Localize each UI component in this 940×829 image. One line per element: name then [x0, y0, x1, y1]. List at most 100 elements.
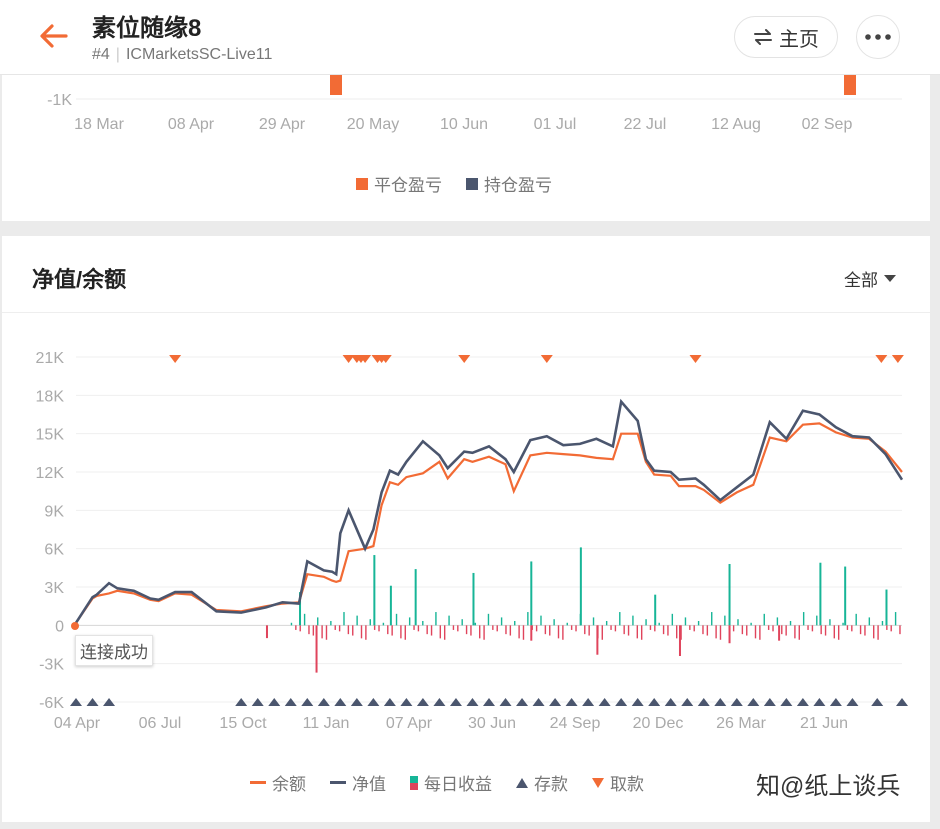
rank-label: #4 [92, 46, 110, 63]
daily-bar [877, 625, 879, 640]
daily-bar [697, 620, 700, 626]
daily-bar [505, 625, 507, 635]
daily-bar [605, 620, 608, 626]
daily-bar [487, 613, 490, 626]
legend-withdraw[interactable]: 取款 [592, 770, 644, 795]
daily-bar [868, 617, 871, 626]
daily-bar [352, 625, 354, 636]
daily-bar [636, 625, 639, 639]
daily-bar [632, 615, 634, 626]
more-button[interactable] [856, 15, 900, 59]
daily-bar-negative [530, 625, 533, 641]
daily-bar [544, 625, 547, 635]
legend-balance[interactable]: 余额 [250, 770, 306, 795]
daily-bar [750, 622, 752, 626]
legend-closed-swatch [356, 177, 368, 190]
legend-floating-swatch [466, 177, 478, 190]
range-filter-label: 全部 [844, 271, 878, 290]
daily-bar [575, 625, 577, 632]
pnl-legend: 平仓盈亏 持仓盈亏 [356, 171, 576, 196]
daily-bar [794, 625, 796, 639]
daily-bar [334, 625, 336, 630]
daily-bar [474, 622, 477, 626]
daily-bar [732, 625, 735, 632]
daily-bar [781, 625, 783, 635]
daily-bar [369, 619, 371, 626]
range-filter[interactable]: 全部 [844, 266, 896, 291]
daily-bar [413, 625, 415, 630]
legend-closed-pnl[interactable]: 平仓盈亏 [356, 171, 442, 196]
swap-icon [754, 29, 772, 45]
x-tick: 24 Sep [550, 715, 601, 732]
daily-bar [640, 625, 643, 640]
caret-down-icon [884, 274, 896, 282]
daily-bar-positive [844, 566, 847, 626]
daily-bar-negative [728, 625, 731, 644]
daily-bar-positive [819, 562, 822, 626]
daily-bar [719, 625, 722, 640]
daily-bar [584, 625, 586, 635]
daily-bar [557, 625, 560, 639]
home-button-label: 主页 [779, 28, 819, 51]
daily-bar [465, 625, 468, 635]
daily-bar [470, 625, 472, 636]
daily-bar-positive [654, 594, 657, 626]
daily-bar [601, 625, 603, 640]
daily-bar [509, 625, 512, 636]
daily-bar [500, 617, 503, 626]
daily-bar [317, 617, 319, 626]
daily-bar [798, 625, 800, 640]
daily-bar [518, 625, 520, 639]
daily-bar [566, 622, 568, 626]
home-button[interactable]: 主页 [734, 16, 838, 58]
withdraw-marker [689, 355, 702, 363]
pnl-x-tick: 08 Apr [168, 116, 215, 133]
daily-bar [295, 625, 297, 630]
server-label: ICMarketsSC-Live11 [125, 46, 273, 63]
y-tick: 9K [44, 503, 64, 520]
daily-bar [894, 612, 897, 626]
x-tick: 26 Mar [716, 715, 766, 732]
daily-bar [658, 622, 660, 626]
legend-equity[interactable]: 净值 [330, 770, 386, 795]
pnl-x-tick: 12 Aug [711, 116, 761, 133]
pnl-y-tick: -1K [47, 92, 72, 109]
y-tick: 18K [36, 388, 65, 405]
daily-bar [514, 620, 516, 626]
daily-bar [570, 625, 573, 630]
legend-closed-label: 平仓盈亏 [374, 176, 442, 195]
daily-bar [347, 625, 350, 635]
daily-bar [820, 625, 822, 635]
y-tick: 0 [55, 618, 64, 635]
daily-bar [408, 617, 411, 626]
daily-bar [824, 625, 827, 636]
daily-bar [776, 617, 779, 626]
daily-bar [759, 625, 761, 640]
daily-bar [540, 615, 542, 626]
more-dots-icon [865, 34, 891, 40]
legend-deposit[interactable]: 存款 [516, 770, 568, 795]
daily-bar-positive [530, 561, 533, 626]
legend-floating-pnl[interactable]: 持仓盈亏 [466, 171, 552, 196]
daily-bar [873, 625, 875, 639]
daily-bar [343, 612, 345, 626]
y-tick: -6K [39, 695, 64, 712]
withdraw-marker [540, 355, 553, 363]
daily-bar [890, 625, 892, 632]
daily-bar [338, 625, 341, 632]
daily-bar [321, 625, 323, 639]
pnl-bar [844, 75, 856, 95]
withdraw-marker [458, 355, 471, 363]
daily-bar [535, 625, 538, 632]
daily-bar-positive [885, 589, 888, 626]
daily-bar [855, 613, 857, 626]
legend-daily[interactable]: 每日收益 [410, 770, 492, 795]
daily-bar [864, 625, 866, 636]
pnl-x-tick: 01 Jul [534, 116, 577, 133]
daily-bar [553, 619, 555, 626]
daily-bar [610, 625, 612, 630]
back-arrow-icon[interactable] [38, 22, 70, 50]
daily-bar [767, 625, 770, 630]
y-tick: 6K [44, 542, 64, 559]
balance-line [75, 422, 903, 624]
